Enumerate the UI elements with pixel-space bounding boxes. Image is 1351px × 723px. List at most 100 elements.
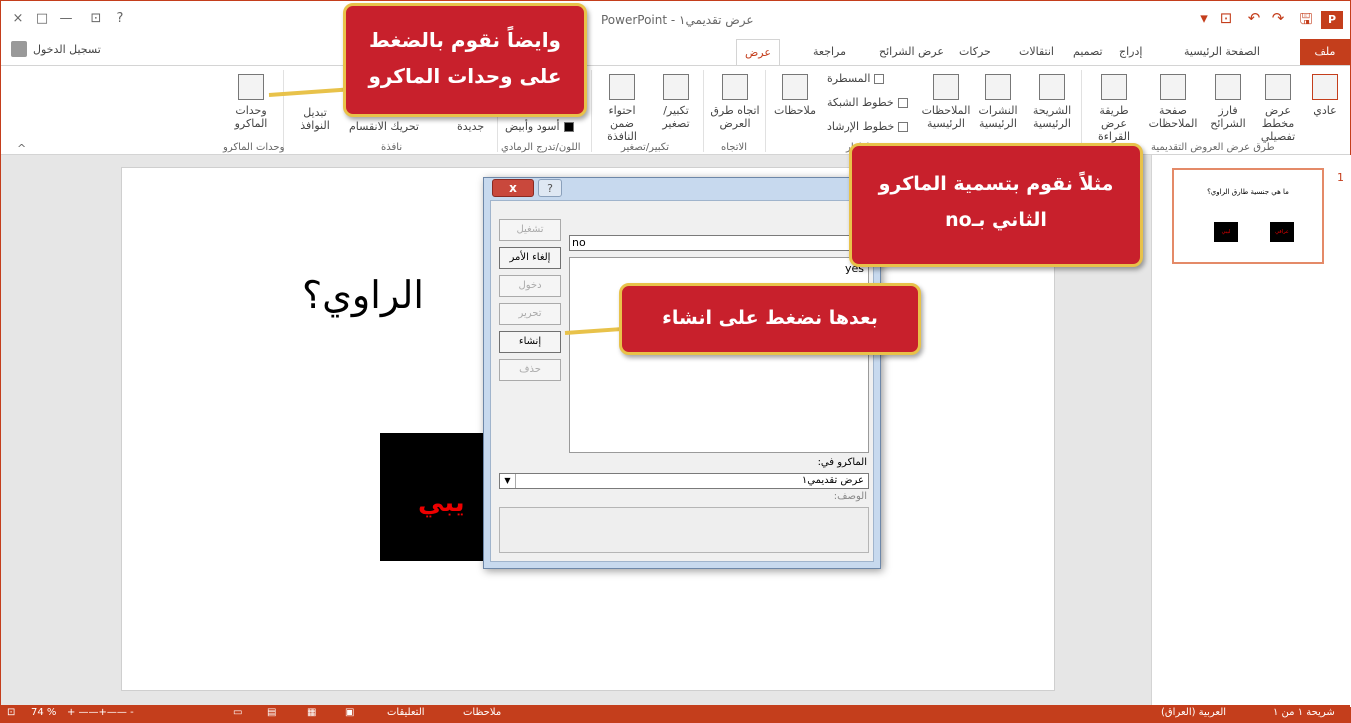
- callout-name-line1: مثلاً نقوم بتسمية الماكرو: [878, 173, 1114, 195]
- slide-counter: شريحة ١ من ١: [1273, 707, 1335, 718]
- macros-button[interactable]: وحدات الماكرو: [223, 74, 279, 130]
- notes-status-button[interactable]: ملاحظات: [463, 707, 501, 718]
- cancel-button[interactable]: إلغاء الأمر: [499, 247, 561, 269]
- group-separator: [283, 70, 284, 152]
- tab-file[interactable]: ملف: [1300, 39, 1350, 65]
- restore-icon[interactable]: □: [31, 11, 53, 26]
- callout-name-line2: الثاني بـno: [945, 209, 1047, 231]
- chevron-down-icon[interactable]: ▼: [500, 474, 516, 488]
- save-icon[interactable]: 🖫: [1295, 9, 1317, 34]
- start-slideshow-icon[interactable]: ⊡: [1215, 9, 1237, 27]
- status-bar: ⊡ 74 % + ——+—— - ▭ ▤ ▦ ▣ التعليقات ملاحظ…: [1, 705, 1350, 722]
- new-window-label: جديدة: [457, 120, 485, 133]
- move-split-button[interactable]: تحريك الانقسام: [349, 120, 419, 133]
- customize-qat-icon[interactable]: ▾: [1193, 9, 1215, 27]
- notes-label: ملاحظات: [774, 104, 816, 117]
- slide-thumbnail[interactable]: ما هي جنسية طارق الراوي؟ ليبي عراقي: [1172, 168, 1324, 264]
- signin-link[interactable]: تسجيل الدخول: [11, 41, 101, 57]
- fit-slide-icon[interactable]: ⊡: [7, 707, 15, 718]
- reading-view-button[interactable]: طريقة عرض القراءة: [1085, 74, 1143, 143]
- black-white-label: أسود وأبيض: [505, 120, 560, 133]
- gridlines-checkbox[interactable]: خطوط الشبكة: [827, 96, 908, 109]
- callout-name-macro: مثلاً نقوم بتسمية الماكرو الثاني بـno: [849, 143, 1143, 267]
- description-label: الوصف:: [833, 491, 867, 502]
- create-button[interactable]: إنشاء: [499, 331, 561, 353]
- comments-button[interactable]: التعليقات: [387, 707, 425, 718]
- ruler-checkbox[interactable]: المسطرة: [827, 72, 885, 85]
- slideshow-view-icon[interactable]: ▭: [233, 707, 242, 718]
- tab-view[interactable]: عرض: [736, 39, 780, 66]
- redo-icon[interactable]: ↷: [1267, 9, 1289, 27]
- slide-title[interactable]: الراوي؟: [302, 273, 424, 317]
- tab-review[interactable]: مراجعة: [813, 45, 846, 58]
- signin-label: تسجيل الدخول: [33, 42, 101, 56]
- macro-dialog: x ? تشغيل إلغاء الأمر دخول تحرير إنشاء ح…: [483, 177, 881, 569]
- zoom-slider[interactable]: + ——+—— -: [67, 707, 134, 718]
- collapse-ribbon-icon[interactable]: ^: [17, 142, 26, 155]
- view-direction-label: اتجاه طرق العرض: [710, 104, 760, 130]
- guides-checkbox[interactable]: خطوط الإرشاد: [827, 120, 909, 133]
- black-white-button[interactable]: أسود وأبيض: [505, 120, 574, 133]
- notes-button[interactable]: ملاحظات: [769, 74, 821, 117]
- tab-animations[interactable]: حركات: [959, 45, 991, 58]
- tab-design[interactable]: تصميم: [1073, 45, 1103, 58]
- sorter-view-status-icon[interactable]: ▦: [307, 707, 316, 718]
- macros-label: وحدات الماكرو: [234, 104, 268, 130]
- minimize-icon[interactable]: —: [55, 11, 77, 26]
- view-direction-icon: [722, 74, 748, 100]
- outline-view-button[interactable]: عرض مخطط تفصيلي: [1253, 74, 1303, 143]
- delete-button[interactable]: حذف: [499, 359, 561, 381]
- callout-create: بعدها نضغط على انشاء: [619, 283, 921, 355]
- outline-view-label: عرض مخطط تفصيلي: [1260, 104, 1296, 143]
- macro-name-input[interactable]: no: [569, 235, 859, 251]
- normal-view-button[interactable]: عادي: [1301, 74, 1349, 117]
- red-answer-text[interactable]: يبي: [418, 488, 465, 518]
- description-field[interactable]: [499, 507, 869, 553]
- window-title: عرض تقديمي١ - PowerPoint: [601, 13, 754, 27]
- edit-button[interactable]: تحرير: [499, 303, 561, 325]
- view-direction-button[interactable]: اتجاه طرق العرض: [707, 74, 763, 130]
- zoom-magnifier-icon: [663, 74, 689, 100]
- reading-view-status-icon[interactable]: ▤: [267, 707, 276, 718]
- group-direction-label: الاتجاه: [721, 142, 748, 153]
- group-window-label: نافذة: [381, 142, 403, 153]
- slide-sorter-icon: [1215, 74, 1241, 100]
- slide-master-button[interactable]: الشريحة الرئيسية: [1025, 74, 1079, 130]
- title-bar: × □ — ⊡ ? عرض تقديمي١ - PowerPoint ▾ ⊡ ↶…: [1, 1, 1350, 39]
- handout-master-button[interactable]: النشرات الرئيسية: [973, 74, 1023, 130]
- group-zoom-label: تكبير/تصغير: [621, 142, 670, 153]
- switch-windows-button[interactable]: تبديل النوافذ: [287, 106, 343, 132]
- ruler-label: المسطرة: [827, 72, 871, 85]
- outline-view-icon: [1265, 74, 1291, 100]
- notes-master-button[interactable]: الملاحظات الرئيسية: [921, 74, 971, 130]
- tab-home[interactable]: الصفحة الرئيسية: [1184, 45, 1260, 58]
- fit-window-icon: [609, 74, 635, 100]
- step-into-button[interactable]: دخول: [499, 275, 561, 297]
- dialog-close-icon[interactable]: x: [492, 179, 534, 197]
- undo-icon[interactable]: ↶: [1243, 9, 1265, 27]
- help-icon[interactable]: ?: [109, 11, 131, 26]
- zoom-button[interactable]: تكبير/ تصغير: [651, 74, 701, 130]
- new-window-button[interactable]: جديدة: [457, 120, 484, 133]
- callout-macros: وايضاً نقوم بالضغط على وحدات الماكرو: [343, 3, 587, 117]
- macro-in-select[interactable]: عرض تقديمي١ ▼: [499, 473, 869, 489]
- slide-sorter-button[interactable]: فارز الشرائح: [1205, 74, 1251, 130]
- notes-page-button[interactable]: صفحة الملاحظات: [1145, 74, 1201, 130]
- dialog-help-icon[interactable]: ?: [538, 179, 562, 197]
- normal-view-label: عادي: [1313, 104, 1337, 117]
- normal-view-status-icon[interactable]: ▣: [345, 707, 354, 718]
- group-separator: [703, 70, 704, 152]
- group-separator: [591, 70, 592, 152]
- thumbnail-panel: 1 ما هي جنسية طارق الراوي؟ ليبي عراقي: [1151, 155, 1351, 707]
- run-button[interactable]: تشغيل: [499, 219, 561, 241]
- ribbon-options-icon[interactable]: ⊡: [85, 11, 107, 26]
- tab-slideshow[interactable]: عرض الشرائح: [879, 45, 944, 58]
- group-color-label: اللون/تدرج الرمادي: [501, 142, 581, 153]
- fit-window-button[interactable]: احتواء ضمن النافذة: [595, 74, 649, 143]
- reading-view-label: طريقة عرض القراءة: [1097, 104, 1131, 143]
- tab-transitions[interactable]: انتقالات: [1019, 45, 1054, 58]
- tab-insert[interactable]: إدراج: [1119, 45, 1142, 58]
- switch-windows-label: تبديل النوافذ: [300, 106, 330, 132]
- zoom-level[interactable]: 74 %: [31, 707, 56, 718]
- close-icon[interactable]: ×: [7, 11, 29, 26]
